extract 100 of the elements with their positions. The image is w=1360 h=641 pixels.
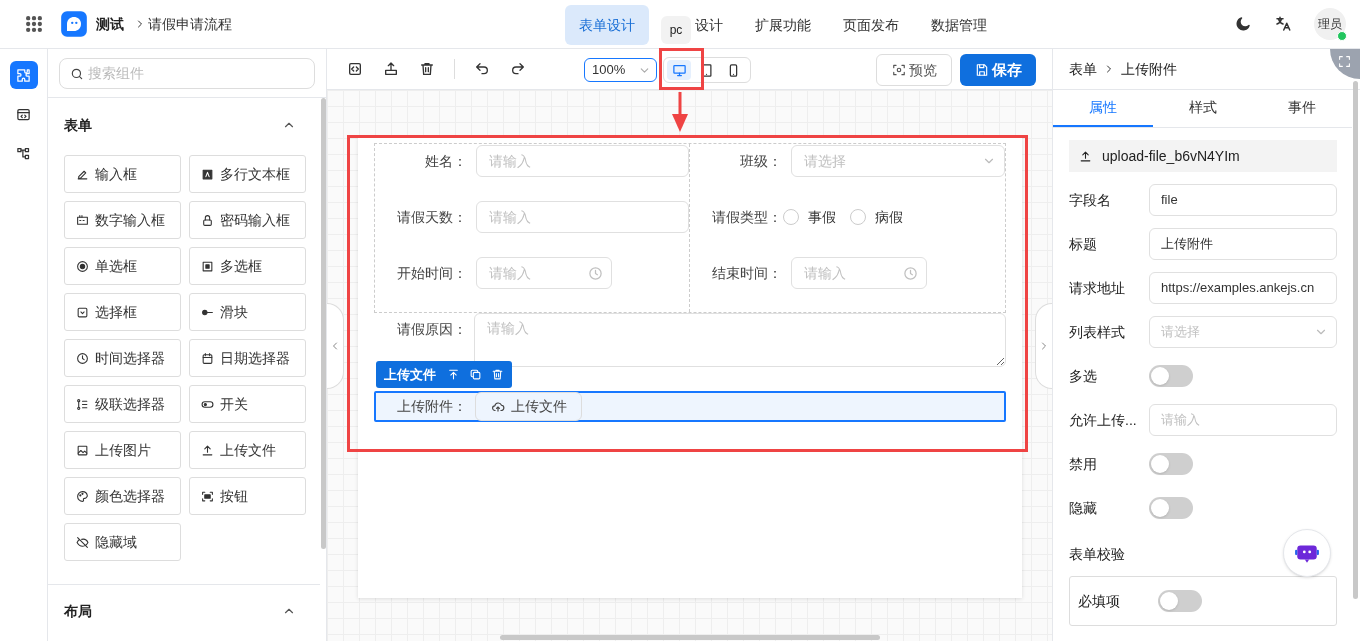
component-id: upload-file_b6vN4YIm (1069, 140, 1337, 172)
field-label: 请假天数： (396, 207, 468, 227)
copy-icon[interactable] (469, 368, 482, 381)
field-label: 班级： (739, 151, 783, 171)
radio-option[interactable]: 病假 (850, 206, 903, 228)
moon-icon[interactable] (1234, 15, 1252, 33)
clock-icon (903, 265, 918, 281)
app-grid-icon[interactable] (24, 14, 44, 34)
tooltip: pc (661, 16, 691, 44)
device-toggle[interactable] (667, 60, 691, 80)
code-icon (347, 61, 363, 77)
logo-icon[interactable] (60, 10, 88, 38)
component-item[interactable]: 隐藏域 (64, 523, 181, 561)
component-item[interactable]: 多选框 (189, 247, 306, 285)
component-item[interactable]: 上传图片 (64, 431, 181, 469)
code-window-icon (16, 106, 31, 122)
component-item[interactable]: 单选框 (64, 247, 181, 285)
breadcrumb-item: 上传附件 (1121, 59, 1177, 79)
search-icon (70, 66, 84, 81)
arrow-up-icon[interactable] (447, 368, 460, 381)
toggle-switch[interactable] (1149, 497, 1193, 519)
calendar-icon (201, 351, 214, 365)
toggle-switch[interactable] (1158, 590, 1202, 612)
selected-field-row[interactable]: 上传附件： 上传文件 (374, 391, 1006, 422)
text-area-icon (201, 167, 214, 181)
redo-icon (510, 61, 526, 77)
text-area[interactable]: 请输入 (474, 313, 1006, 367)
translate-icon[interactable] (1274, 15, 1292, 33)
input-field[interactable]: file (1149, 184, 1337, 216)
highlight-frame (659, 48, 704, 90)
component-item[interactable]: 多行文本框 (189, 155, 306, 193)
property-label: 隐藏 (1069, 498, 1098, 518)
upload-button[interactable]: 上传文件 (475, 392, 582, 421)
nav-tab[interactable]: 扩展功能 (741, 5, 825, 45)
zoom-select[interactable]: 100% (584, 58, 657, 82)
button-icon (201, 489, 214, 503)
monitor-icon (671, 62, 687, 78)
app-name: 测试 (96, 14, 124, 34)
input-field[interactable]: https://examples.ankejs.cn (1149, 272, 1337, 304)
export-button[interactable] (382, 60, 400, 78)
upload-icon (201, 443, 214, 457)
input-field[interactable]: 上传附件 (1149, 228, 1337, 260)
upload-icon (1079, 149, 1092, 163)
preview-button[interactable]: 预览 (876, 54, 952, 86)
collapse-handle[interactable] (327, 303, 344, 389)
component-item[interactable]: 开关 (189, 385, 306, 423)
trash-button[interactable] (418, 60, 436, 78)
collapse-handle[interactable] (1035, 303, 1052, 389)
panel-tab[interactable]: 样式 (1152, 90, 1253, 127)
field-label: 姓名： (424, 151, 468, 171)
property-label: 请求地址 (1069, 278, 1126, 298)
component-item[interactable]: 颜色选择器 (64, 477, 181, 515)
property-label: 禁用 (1069, 454, 1098, 474)
save-button[interactable]: 保存 (960, 54, 1036, 86)
component-item[interactable]: 时间选择器 (64, 339, 181, 377)
section-title: 表单 (64, 115, 92, 135)
tree-icon (16, 145, 31, 161)
toggle-switch[interactable] (1149, 453, 1193, 475)
nav-tab[interactable]: 表单设计 (565, 5, 649, 45)
panel-tab[interactable]: 事件 (1252, 90, 1352, 127)
number-input-icon (76, 213, 89, 227)
code-button[interactable] (346, 60, 364, 78)
select-icon (76, 305, 89, 319)
property-label: 字段名 (1069, 190, 1112, 210)
component-item[interactable]: 密码输入框 (189, 201, 306, 239)
nav-tab[interactable]: 设计 (695, 5, 737, 45)
panel-tab[interactable]: 属性 (1053, 90, 1153, 127)
scrollbar[interactable] (500, 635, 880, 640)
field-label: 请假原因： (396, 320, 467, 339)
breadcrumb-item[interactable]: 表单 (1069, 58, 1097, 80)
scrollbar[interactable] (1353, 81, 1358, 599)
radio-option[interactable]: 事假 (783, 206, 836, 228)
assistant-button[interactable] (1283, 529, 1331, 577)
component-item[interactable]: 日期选择器 (189, 339, 306, 377)
component-item[interactable]: 上传文件 (189, 431, 306, 469)
section-title: 布局 (64, 601, 92, 621)
component-item[interactable]: 级联选择器 (64, 385, 181, 423)
property-label: 必填项 (1078, 591, 1121, 611)
user-avatar[interactable]: 理员 (1314, 8, 1346, 40)
eye-off-icon (76, 535, 89, 549)
component-item[interactable]: 输入框 (64, 155, 181, 193)
toggle-switch[interactable] (1149, 365, 1193, 387)
nav-tab[interactable]: 页面发布 (829, 5, 913, 45)
selection-label: 上传文件 (384, 365, 436, 384)
component-item[interactable]: 数字输入框 (64, 201, 181, 239)
fullscreen-icon (1338, 55, 1351, 68)
cloud-upload-icon (490, 399, 505, 414)
property-label: 列表样式 (1069, 322, 1126, 342)
breadcrumb-item[interactable]: 请假申请流程 (148, 13, 232, 35)
component-item[interactable]: 滑块 (189, 293, 306, 331)
cascader-icon (76, 397, 89, 411)
field-label: 开始时间： (396, 263, 468, 283)
nav-tab[interactable]: 数据管理 (917, 5, 1001, 45)
lock-icon (201, 213, 214, 227)
component-item[interactable]: 按钮 (189, 477, 306, 515)
component-item[interactable]: 选择框 (64, 293, 181, 331)
trash-icon[interactable] (491, 368, 504, 381)
scrollbar[interactable] (321, 98, 326, 549)
radio-icon (76, 259, 89, 273)
eye-icon (891, 63, 906, 77)
